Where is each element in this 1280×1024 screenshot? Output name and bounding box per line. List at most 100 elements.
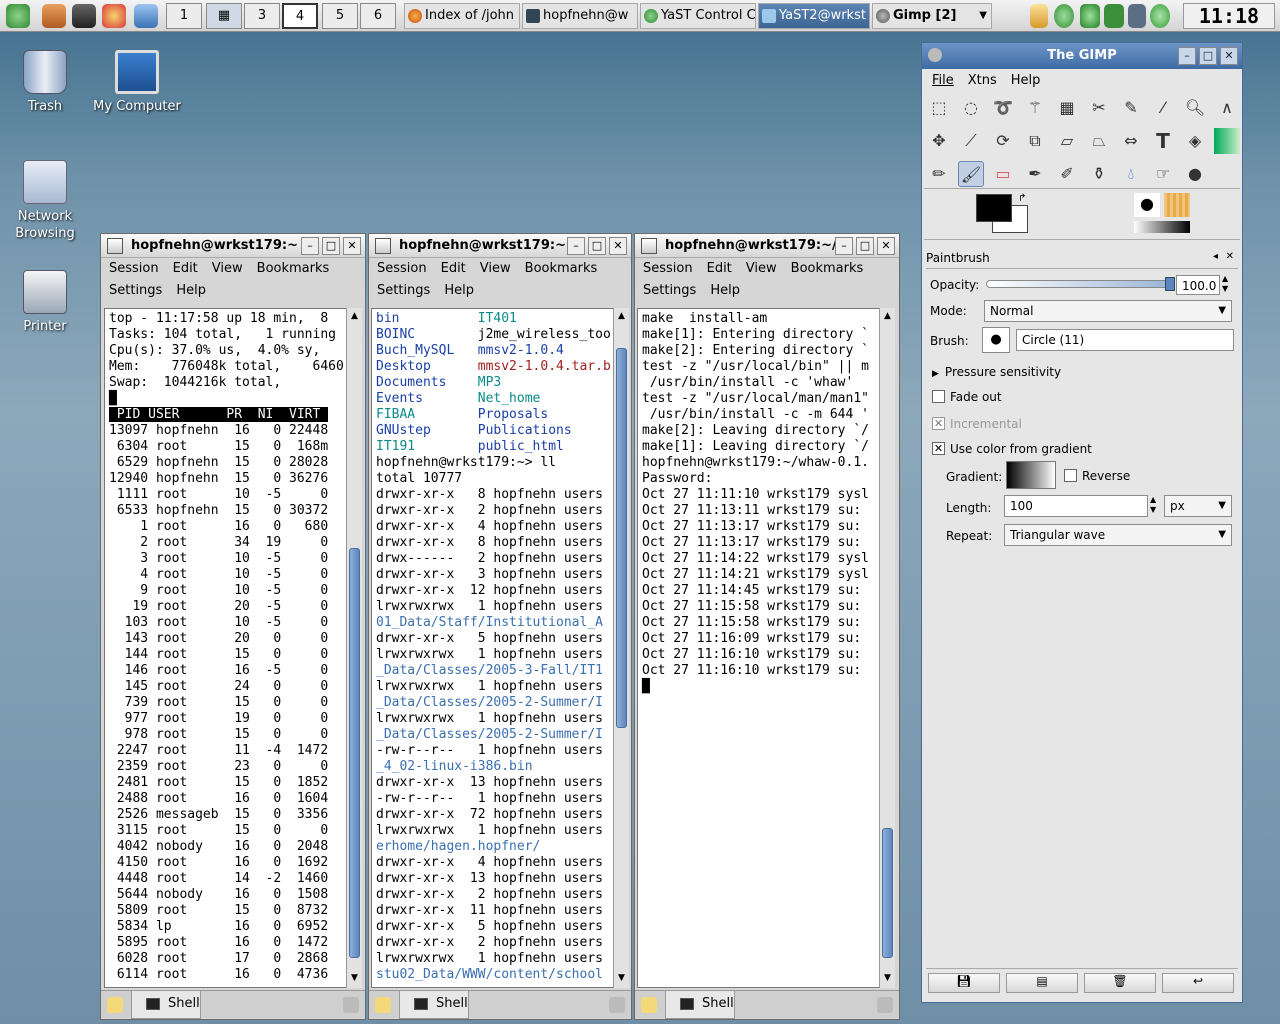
dock-close-icon[interactable]: ✕ [1226,251,1234,262]
gradient-preview[interactable] [1134,221,1190,233]
repeat-select[interactable]: Triangular wave ▼ [1004,524,1232,546]
home-icon[interactable] [42,4,66,28]
save-options-icon[interactable]: 💾︎ [928,973,1000,993]
volume-icon[interactable] [1128,4,1146,28]
scrollbar[interactable]: ▲ ▼ [879,308,895,988]
maximize-button[interactable]: □ [856,237,874,255]
dock-menu-icon[interactable]: ◂ [1213,251,1218,262]
scroll-down-icon[interactable]: ▼ [348,972,361,984]
fade-out-checkbox[interactable] [932,390,945,403]
move-icon[interactable]: ✥ [926,128,952,154]
menu-edit[interactable]: Edit [173,261,198,276]
opacity-spin-icon[interactable]: ▲ ▼ [1222,274,1228,294]
network-icon[interactable] [134,4,158,28]
pencil-icon[interactable]: ✏ [926,161,952,187]
flip-icon[interactable]: ⇔ [1118,128,1144,154]
window-titlebar[interactable]: hopfnehn@wrkst179:~/ – □ ✕ [635,234,899,258]
menu-xtns[interactable]: Xtns [968,73,997,88]
scroll-up-icon[interactable]: ▲ [881,310,894,322]
paintbrush-icon[interactable]: 🖌︎ [958,161,984,187]
pressure-expander[interactable]: ▶ Pressure sensitivity [932,363,1061,383]
length-unit-select[interactable]: px ▼ [1164,495,1232,517]
klipper-icon[interactable] [1030,4,1048,28]
menu-bookmarks[interactable]: Bookmarks [791,261,864,276]
desktop-icon-network[interactable]: Network Browsing [0,160,90,242]
mode-select[interactable]: Normal ▼ [984,300,1232,322]
perspective-icon[interactable]: ⏢ [1086,128,1112,154]
close-button[interactable]: ✕ [609,237,627,255]
close-tab-icon[interactable] [877,997,893,1013]
scrollbar-thumb[interactable] [349,548,360,958]
blur-icon[interactable]: 💧︎ [1118,161,1144,187]
pager-desk-1[interactable]: 1 [166,3,202,29]
window-titlebar[interactable]: hopfnehn@wrkst179:~ · – □ ✕ [369,234,631,258]
chevron-down-icon[interactable]: ▼ [979,4,987,28]
blend-icon[interactable] [1214,128,1240,154]
length-spin-icon[interactable]: ▲ ▼ [1150,495,1156,515]
close-button[interactable]: ✕ [343,237,361,255]
ellipse-select-icon[interactable]: ◌ [958,95,984,121]
menu-settings[interactable]: Settings [109,283,162,298]
bucket-fill-icon[interactable]: ◈ [1182,128,1208,154]
incremental-checkbox[interactable]: ✕ [932,417,945,430]
menu-settings[interactable]: Settings [643,283,696,298]
text-icon[interactable]: T [1150,128,1176,154]
chip-icon[interactable] [1104,4,1124,28]
scrollbar-thumb[interactable] [882,828,893,958]
pager-desk-3[interactable]: 3 [244,3,280,29]
tab-shell[interactable]: Shell [665,991,735,1019]
tab-shell[interactable]: Shell [131,991,201,1019]
menu-bookmarks[interactable]: Bookmarks [257,261,330,276]
desktop-icon-my-computer[interactable]: My Computer [92,50,182,115]
status-ok-icon[interactable] [1150,4,1170,28]
menu-view[interactable]: View [746,261,777,276]
taskbar-yast2[interactable]: YaST2@wrkst [758,3,870,29]
menu-help[interactable]: Help [176,283,206,298]
new-tab-icon[interactable] [375,997,391,1013]
delete-options-icon[interactable]: 🗑︎ [1084,973,1156,993]
window-titlebar[interactable]: The GIMP – □ ✕ [922,43,1242,69]
color-picker-icon[interactable]: ⁄ [1150,95,1176,121]
ink-icon[interactable]: ✐ [1054,161,1080,187]
globe-icon[interactable] [1054,4,1074,28]
scroll-up-icon[interactable]: ▲ [615,310,628,322]
taskbar-terminal[interactable]: hopfnehn@w [522,3,638,29]
minimize-button[interactable]: – [567,237,585,255]
scroll-down-icon[interactable]: ▼ [881,972,894,984]
gradient-button[interactable] [1006,461,1056,489]
maximize-button[interactable]: □ [588,237,606,255]
taskbar-yast[interactable]: YaST Control C [640,3,756,29]
color-select-icon[interactable]: ▦ [1054,95,1080,121]
slider-handle[interactable] [1165,277,1175,291]
menu-view[interactable]: View [480,261,511,276]
crop-icon[interactable]: ⟋ [958,128,984,154]
close-button[interactable]: ✕ [1220,47,1238,65]
menu-settings[interactable]: Settings [377,283,430,298]
help-icon[interactable] [102,4,126,28]
shear-icon[interactable]: ▱ [1054,128,1080,154]
smudge-icon[interactable]: ☞ [1150,161,1176,187]
pager-desk-5[interactable]: 5 [322,3,358,29]
pager-desk-4[interactable]: 4 [282,3,318,29]
rotate-icon[interactable]: ⟳ [990,128,1016,154]
terminal-icon[interactable] [72,4,96,28]
brush-preview[interactable]: ● [1134,193,1160,217]
new-tab-icon[interactable] [107,997,123,1013]
reset-options-icon[interactable]: ↩ [1162,973,1234,993]
paths-icon[interactable]: ✎ [1118,95,1144,121]
airbrush-icon[interactable]: ✒ [1022,161,1048,187]
tab-shell[interactable]: Shell [399,991,469,1019]
menu-edit[interactable]: Edit [441,261,466,276]
taskbar-gimp[interactable]: Gimp [2] ▼ [872,3,992,29]
terminal-output[interactable]: bin IT401 BOINC j2me_wireless_too Buch_M… [371,308,615,988]
length-input[interactable]: 100 [1004,495,1148,517]
measure-icon[interactable]: ∧ [1214,95,1240,121]
pager-desk-2[interactable]: ▦ [206,3,242,29]
taskbar-browser[interactable]: Index of /john [404,3,520,29]
scrollbar[interactable]: ▲ ▼ [346,308,362,988]
dodge-burn-icon[interactable]: ● [1182,161,1208,187]
use-color-gradient-checkbox[interactable]: ✕ [932,442,945,455]
pager-desk-6[interactable]: 6 [360,3,396,29]
minimize-button[interactable]: – [301,237,319,255]
scrollbar[interactable]: ▲ ▼ [613,308,629,988]
